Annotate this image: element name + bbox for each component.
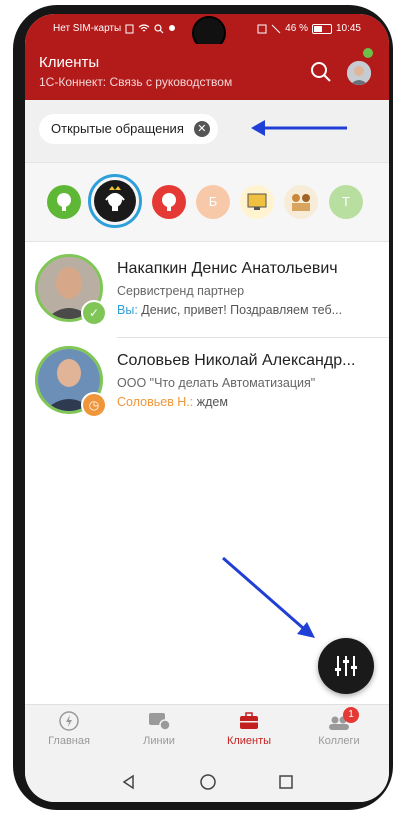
status-badge-waiting: ◷: [81, 392, 107, 418]
annotation-arrow-left: [251, 120, 347, 136]
status-left: Нет SIM-карты: [53, 23, 176, 34]
page-title: Клиенты: [39, 54, 100, 71]
briefcase-icon: [240, 712, 258, 729]
nav-lines[interactable]: Линии: [123, 711, 195, 747]
headset-crown-icon: [105, 186, 125, 211]
wifi-icon: [138, 23, 150, 31]
nav-label: Линии: [143, 735, 175, 747]
channel-green-headset[interactable]: [47, 185, 81, 219]
bottom-navigation: Главная Линии Клиенты 1 Коллеги: [25, 704, 389, 763]
chat-lines-icon: [149, 713, 171, 731]
last-message-author: Вы:: [117, 303, 138, 317]
profile-avatar[interactable]: [347, 61, 371, 85]
client-org: Сервистренд партнер: [117, 284, 245, 298]
filter-chip[interactable]: Открытые обращения ✕: [39, 114, 218, 144]
mute-icon: [271, 24, 281, 33]
last-message-text: Денис, привет! Поздравляем теб...: [137, 303, 343, 317]
lightning-icon: [59, 711, 79, 731]
sliders-icon: [335, 656, 357, 676]
channel-red-headset[interactable]: [152, 185, 186, 219]
last-message: Соловьев Н.: ждем: [117, 395, 228, 409]
home-icon[interactable]: [199, 773, 217, 791]
nav-label: Коллеги: [318, 735, 360, 747]
nav-main[interactable]: Главная: [33, 711, 105, 747]
battery-icon: [311, 23, 332, 34]
status-badge-done: ✓: [81, 300, 107, 326]
system-navigation: [25, 762, 389, 802]
notification-badge: 1: [343, 707, 359, 723]
status-bar: Нет SIM-карты 46 % 10:45: [25, 14, 389, 50]
headset-green-icon: [57, 193, 71, 211]
channel-group[interactable]: [284, 185, 318, 219]
nav-colleagues[interactable]: 1 Коллеги: [303, 707, 375, 747]
client-name: Накапкин Денис Анатольевич: [117, 260, 338, 277]
page-subtitle: 1С-Коннект: Связь с руководством: [39, 75, 233, 89]
last-message: Вы: Денис, привет! Поздравляем теб...: [117, 303, 342, 317]
monitor-icon: [247, 193, 267, 210]
app-screen: Нет SIM-карты 46 % 10:45 Клиенты 1С-Конн…: [25, 14, 389, 802]
nfc-icon: [125, 24, 134, 33]
channel-letter-t[interactable]: Т: [329, 185, 363, 219]
recents-icon[interactable]: [278, 774, 294, 790]
client-org: ООО "Что делать Автоматизация": [117, 376, 316, 390]
app-bar: Клиенты 1С-Коннект: Связь с руководством: [25, 44, 389, 100]
battery-percent: 46 %: [285, 23, 308, 34]
carrier-text: Нет SIM-карты: [53, 23, 122, 34]
channel-letter-b[interactable]: Б: [196, 185, 230, 219]
filter-bar: Открытые обращения ✕: [25, 100, 389, 162]
nav-label: Главная: [48, 735, 90, 747]
search-icon[interactable]: [309, 60, 333, 84]
last-message-author: Соловьев Н.:: [117, 395, 194, 409]
client-row[interactable]: ◷ Соловьев Николай Александр... ООО "Что…: [25, 338, 389, 430]
channel-monitor[interactable]: [240, 185, 274, 219]
nav-clients[interactable]: Клиенты: [213, 711, 285, 747]
annotation-arrow-diagonal: [222, 556, 315, 638]
clock: 10:45: [335, 23, 361, 34]
filter-chip-label: Открытые обращения: [51, 121, 184, 136]
nav-label: Клиенты: [226, 735, 272, 747]
channel-selector: Б Т: [25, 162, 389, 242]
back-icon[interactable]: [121, 774, 137, 790]
filter-settings-button[interactable]: [318, 638, 374, 694]
group-photo-icon: [292, 194, 310, 211]
client-name: Соловьев Николай Александр...: [117, 352, 356, 369]
status-right: 46 % 10:45: [257, 23, 361, 34]
client-row[interactable]: ✓ Накапкин Денис Анатольевич Сервистренд…: [25, 246, 389, 338]
nfc-n-icon: [257, 24, 267, 33]
person-photo-icon: [347, 61, 371, 85]
headset-red-icon: [162, 193, 176, 211]
channel-letter: Т: [342, 194, 350, 209]
search-status-icon: [154, 23, 164, 33]
online-status-dot: [362, 47, 374, 59]
last-message-text: ждем: [193, 395, 228, 409]
location-icon: [169, 24, 176, 31]
channel-crown-headset[interactable]: [94, 180, 136, 222]
channel-letter: Б: [208, 194, 218, 209]
close-icon[interactable]: ✕: [193, 121, 210, 137]
